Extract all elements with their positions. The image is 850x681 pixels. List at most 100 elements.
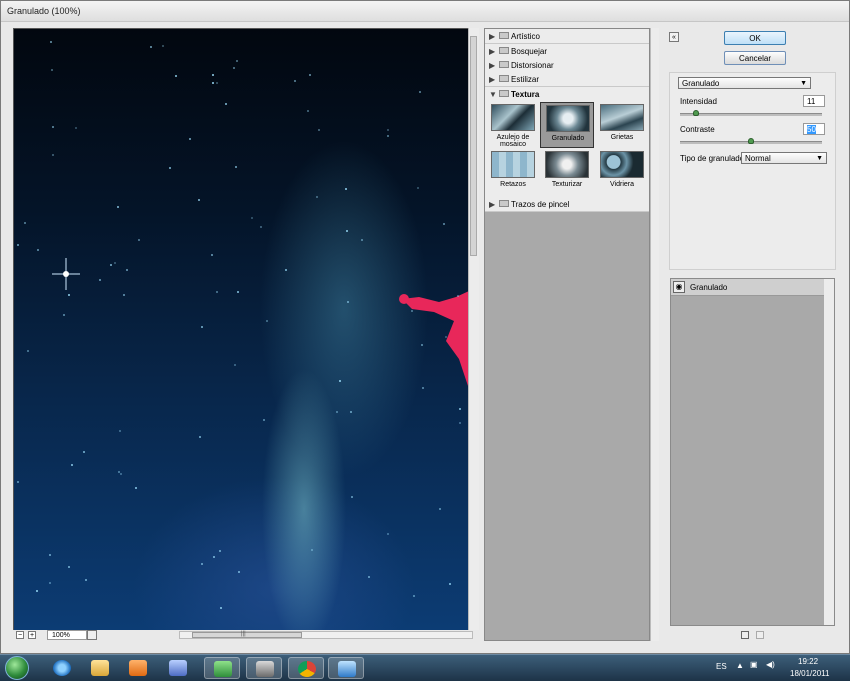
star-dot bbox=[120, 473, 122, 475]
ok-button[interactable]: OK bbox=[724, 31, 786, 45]
contrast-slider[interactable] bbox=[680, 138, 822, 144]
volume-icon[interactable]: ◀) bbox=[766, 660, 775, 669]
filter-select[interactable]: Granulado ▼ bbox=[678, 77, 811, 89]
star-dot bbox=[350, 411, 352, 413]
collapse-gallery-button[interactable]: « bbox=[669, 32, 679, 42]
folder-icon bbox=[499, 200, 509, 207]
category-distorsionar[interactable]: ▶ Distorsionar bbox=[485, 58, 649, 73]
star-dot bbox=[68, 294, 70, 296]
taskbar-chrome[interactable] bbox=[288, 657, 324, 679]
star-dot bbox=[68, 566, 70, 568]
category-bosquejar[interactable]: ▶ Bosquejar bbox=[485, 44, 649, 59]
intensity-input[interactable]: 11 bbox=[803, 95, 825, 107]
category-label: Trazos de pincel bbox=[511, 200, 570, 209]
star-dot bbox=[175, 75, 177, 77]
taskbar-drawing-app[interactable] bbox=[328, 657, 364, 679]
star-dot bbox=[50, 41, 52, 43]
preview-horizontal-thumb[interactable]: ||| bbox=[192, 631, 302, 638]
filter-settings-panel: Granulado ▼ Intensidad 11 Contraste 50 T… bbox=[669, 72, 836, 270]
network-icon[interactable]: ▣ bbox=[750, 660, 758, 669]
clock-date[interactable]: 18/01/2011 bbox=[790, 669, 829, 678]
language-indicator[interactable]: ES bbox=[716, 662, 727, 671]
star-dot bbox=[17, 244, 19, 246]
eye-icon[interactable]: ◉ bbox=[673, 281, 685, 293]
screen-capture-icon bbox=[256, 661, 274, 677]
new-effect-layer-icon[interactable] bbox=[741, 631, 749, 639]
tray-expand-icon[interactable]: ▲ bbox=[736, 661, 744, 670]
star-dot bbox=[126, 269, 128, 271]
effect-layer-row[interactable]: ◉ Granulado bbox=[671, 279, 824, 296]
star-dot bbox=[347, 301, 349, 303]
layers-scrollbar[interactable] bbox=[824, 279, 834, 625]
preview-canvas[interactable] bbox=[13, 28, 470, 632]
star-dot bbox=[212, 82, 214, 84]
title-bar: Granulado (100%) bbox=[1, 1, 849, 22]
category-estilizar[interactable]: ▶ Estilizar bbox=[485, 72, 649, 87]
star-dot bbox=[345, 188, 347, 190]
star-dot bbox=[52, 126, 54, 128]
intensity-slider-knob[interactable] bbox=[692, 110, 699, 116]
thumb-vidriera[interactable]: Vidriera bbox=[595, 149, 649, 195]
star-dot bbox=[24, 222, 26, 224]
contrast-slider-knob[interactable] bbox=[748, 138, 754, 144]
contrast-input[interactable]: 50 bbox=[803, 123, 825, 135]
chrome-icon bbox=[298, 661, 316, 677]
star-dot bbox=[198, 199, 200, 201]
star-dot bbox=[236, 60, 238, 62]
preview-vertical-scrollbar[interactable] bbox=[468, 28, 479, 630]
collapse-arrow-icon: ▼ bbox=[489, 90, 497, 99]
zoom-dropdown[interactable] bbox=[87, 630, 97, 640]
star-dot bbox=[201, 563, 203, 565]
star-dot bbox=[85, 579, 87, 581]
thumbnail-image bbox=[600, 151, 644, 178]
delete-effect-layer-icon[interactable] bbox=[756, 631, 764, 639]
thumbnail-label: Granulado bbox=[551, 135, 585, 142]
chevron-down-icon: ▼ bbox=[800, 80, 807, 87]
contrast-label: Contraste bbox=[680, 125, 715, 134]
star-dot bbox=[417, 187, 419, 189]
star-dot bbox=[387, 129, 389, 131]
category-trazos-de-pincel[interactable]: ▶ Trazos de pincel bbox=[485, 197, 649, 212]
star-dot bbox=[413, 595, 415, 597]
thumb-azulejo-de-mosaico[interactable]: Azulejo de mosaico bbox=[486, 102, 540, 148]
clock-time[interactable]: 19:22 bbox=[798, 657, 818, 666]
star-dot bbox=[150, 46, 152, 48]
taskbar-media-player[interactable] bbox=[120, 657, 156, 679]
cancel-button[interactable]: Cancelar bbox=[724, 51, 786, 65]
star-dot bbox=[216, 291, 218, 293]
thumbnail-label: Retazos bbox=[500, 181, 526, 188]
star-dot bbox=[169, 167, 171, 169]
taskbar-screen-capture[interactable] bbox=[246, 657, 282, 679]
star-dot bbox=[457, 295, 459, 297]
star-dot bbox=[189, 138, 191, 140]
star-dot bbox=[233, 67, 235, 69]
zoom-level[interactable]: 100% bbox=[47, 630, 87, 640]
preview-vertical-thumb[interactable] bbox=[470, 36, 477, 256]
star-dot bbox=[339, 380, 341, 382]
star-dot bbox=[135, 487, 137, 489]
preview-horizontal-scrollbar[interactable]: ||| bbox=[179, 631, 473, 639]
taskbar-messenger[interactable] bbox=[204, 657, 240, 679]
zoom-in-button[interactable]: + bbox=[28, 631, 36, 639]
category-artistico[interactable]: ▶ Artístico bbox=[485, 29, 649, 44]
grain-type-select[interactable]: Normal ▼ bbox=[741, 152, 827, 164]
category-textura[interactable]: ▼ Textura bbox=[485, 87, 649, 102]
taskbar-utility-tool[interactable] bbox=[160, 657, 196, 679]
star-dot bbox=[422, 387, 424, 389]
taskbar-internet-explorer[interactable] bbox=[44, 657, 80, 679]
taskbar-file-explorer[interactable] bbox=[82, 657, 118, 679]
start-orb-icon[interactable] bbox=[5, 656, 29, 680]
thumb-granulado[interactable]: Granulado bbox=[540, 102, 594, 148]
star-dot bbox=[439, 508, 441, 510]
thumbnail-image bbox=[491, 104, 535, 131]
intensity-slider[interactable] bbox=[680, 110, 822, 116]
thumb-texturizar[interactable]: Texturizar bbox=[540, 149, 594, 195]
zoom-out-button[interactable]: − bbox=[16, 631, 24, 639]
star-dot bbox=[211, 254, 213, 256]
star-dot bbox=[234, 364, 236, 366]
thumb-retazos[interactable]: Retazos bbox=[486, 149, 540, 195]
gallery-scrollbar[interactable] bbox=[650, 28, 659, 641]
star-dot bbox=[99, 279, 101, 281]
thumb-grietas[interactable]: Grietas bbox=[595, 102, 649, 148]
star-dot bbox=[361, 239, 363, 241]
